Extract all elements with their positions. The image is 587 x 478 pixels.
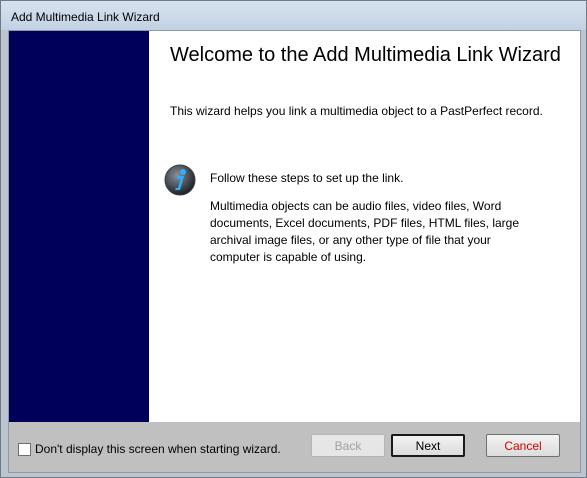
window-title: Add Multimedia Link Wizard [11,10,160,24]
back-button[interactable]: Back [311,434,385,457]
info-icon [164,164,196,196]
wizard-content: Welcome to the Add Multimedia Link Wizar… [149,31,580,422]
next-button[interactable]: Next [391,434,465,457]
intro-text: This wizard helps you link a multimedia … [170,104,543,118]
page-title: Welcome to the Add Multimedia Link Wizar… [170,44,561,66]
steps-text: Follow these steps to set up the link. [210,171,404,185]
dont-display-label[interactable]: Don't display this screen when starting … [35,442,281,456]
dont-display-checkbox[interactable] [18,442,31,456]
wizard-window: Add Multimedia Link Wizard Welcome to th… [0,0,587,478]
cancel-button[interactable]: Cancel [486,434,560,457]
dont-display-checkbox-row[interactable]: Don't display this screen when starting … [18,442,281,456]
wizard-footer: Don't display this screen when starting … [9,422,580,472]
title-bar[interactable]: Add Multimedia Link Wizard [1,1,586,30]
details-text: Multimedia objects can be audio files, v… [210,199,519,264]
wizard-frame: Welcome to the Add Multimedia Link Wizar… [8,30,581,473]
wizard-sidebar [9,31,149,422]
